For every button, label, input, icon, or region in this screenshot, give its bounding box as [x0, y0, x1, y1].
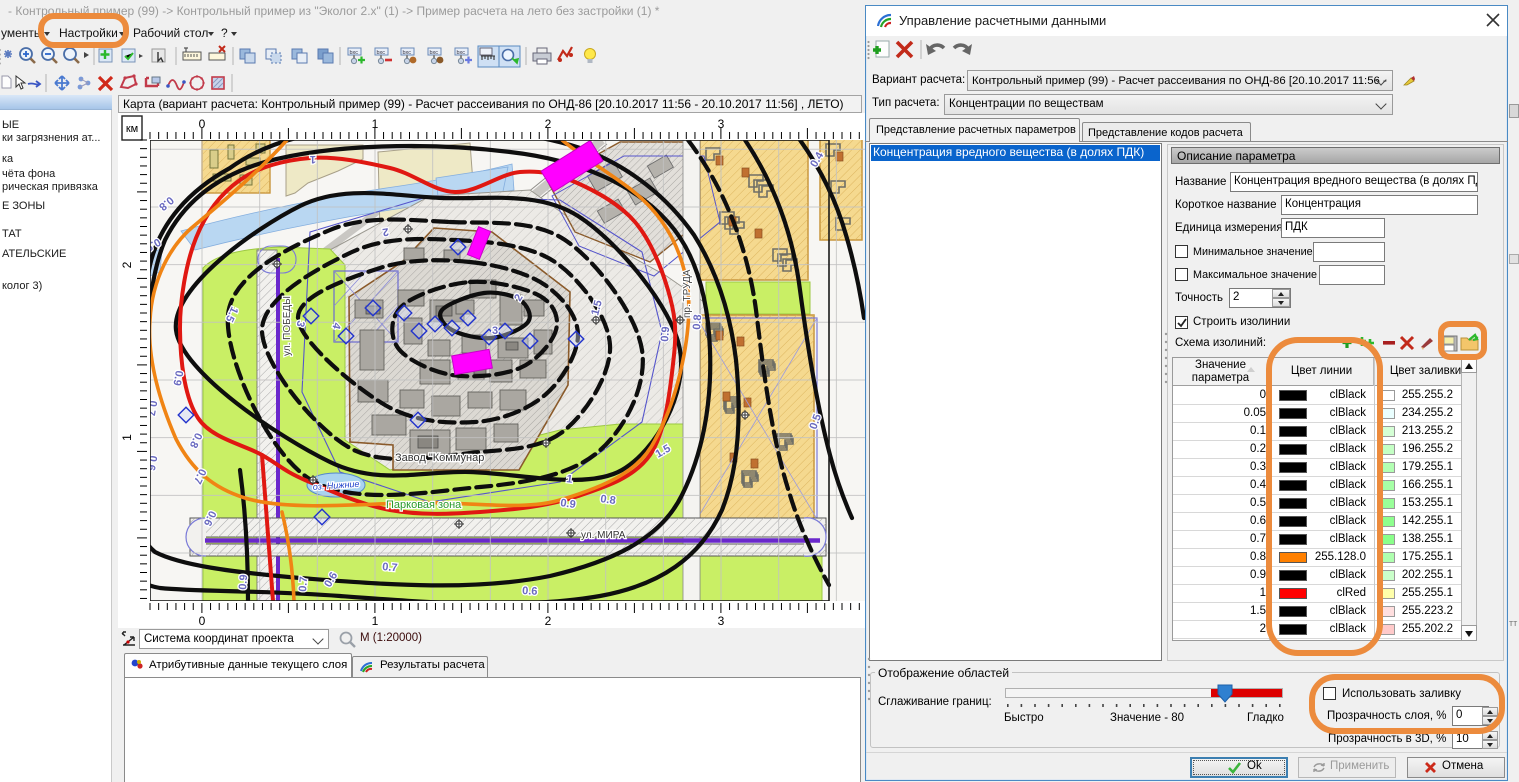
svg-text:ул. ПОБЕДЫ: ул. ПОБЕДЫ [282, 296, 293, 356]
svg-text:3: 3 [492, 325, 498, 337]
svg-text:0.8: 0.8 [691, 314, 704, 330]
svg-text:Парковая зона: Парковая зона [386, 499, 462, 511]
svg-text:0.9: 0.9 [560, 497, 577, 511]
svg-text:3: 3 [718, 117, 725, 131]
svg-text:0: 0 [199, 117, 206, 131]
svg-text:км: км [126, 123, 138, 135]
svg-text:1: 1 [372, 117, 379, 131]
svg-text:0.8: 0.8 [600, 493, 617, 507]
svg-text:0: 0 [199, 614, 206, 628]
svg-text:0.7: 0.7 [297, 576, 310, 592]
svg-text:ул. МИРА: ул. МИРА [581, 530, 626, 541]
svg-text:2: 2 [120, 261, 134, 268]
svg-text:1: 1 [310, 153, 316, 165]
svg-text:0.9: 0.9 [659, 326, 672, 342]
svg-text:Завод "Коммунар: Завод "Коммунар [395, 452, 484, 464]
svg-text:0.6: 0.6 [522, 585, 538, 598]
svg-text:пр. ТРУДА: пр. ТРУДА [682, 269, 693, 318]
svg-text:0.7: 0.7 [382, 561, 398, 574]
svg-text:1: 1 [120, 434, 134, 441]
svg-text:0.9: 0.9 [237, 574, 250, 590]
svg-text:2: 2 [545, 117, 552, 131]
svg-text:3: 3 [718, 614, 725, 628]
svg-text:2: 2 [545, 614, 552, 628]
svg-text:1: 1 [372, 614, 379, 628]
